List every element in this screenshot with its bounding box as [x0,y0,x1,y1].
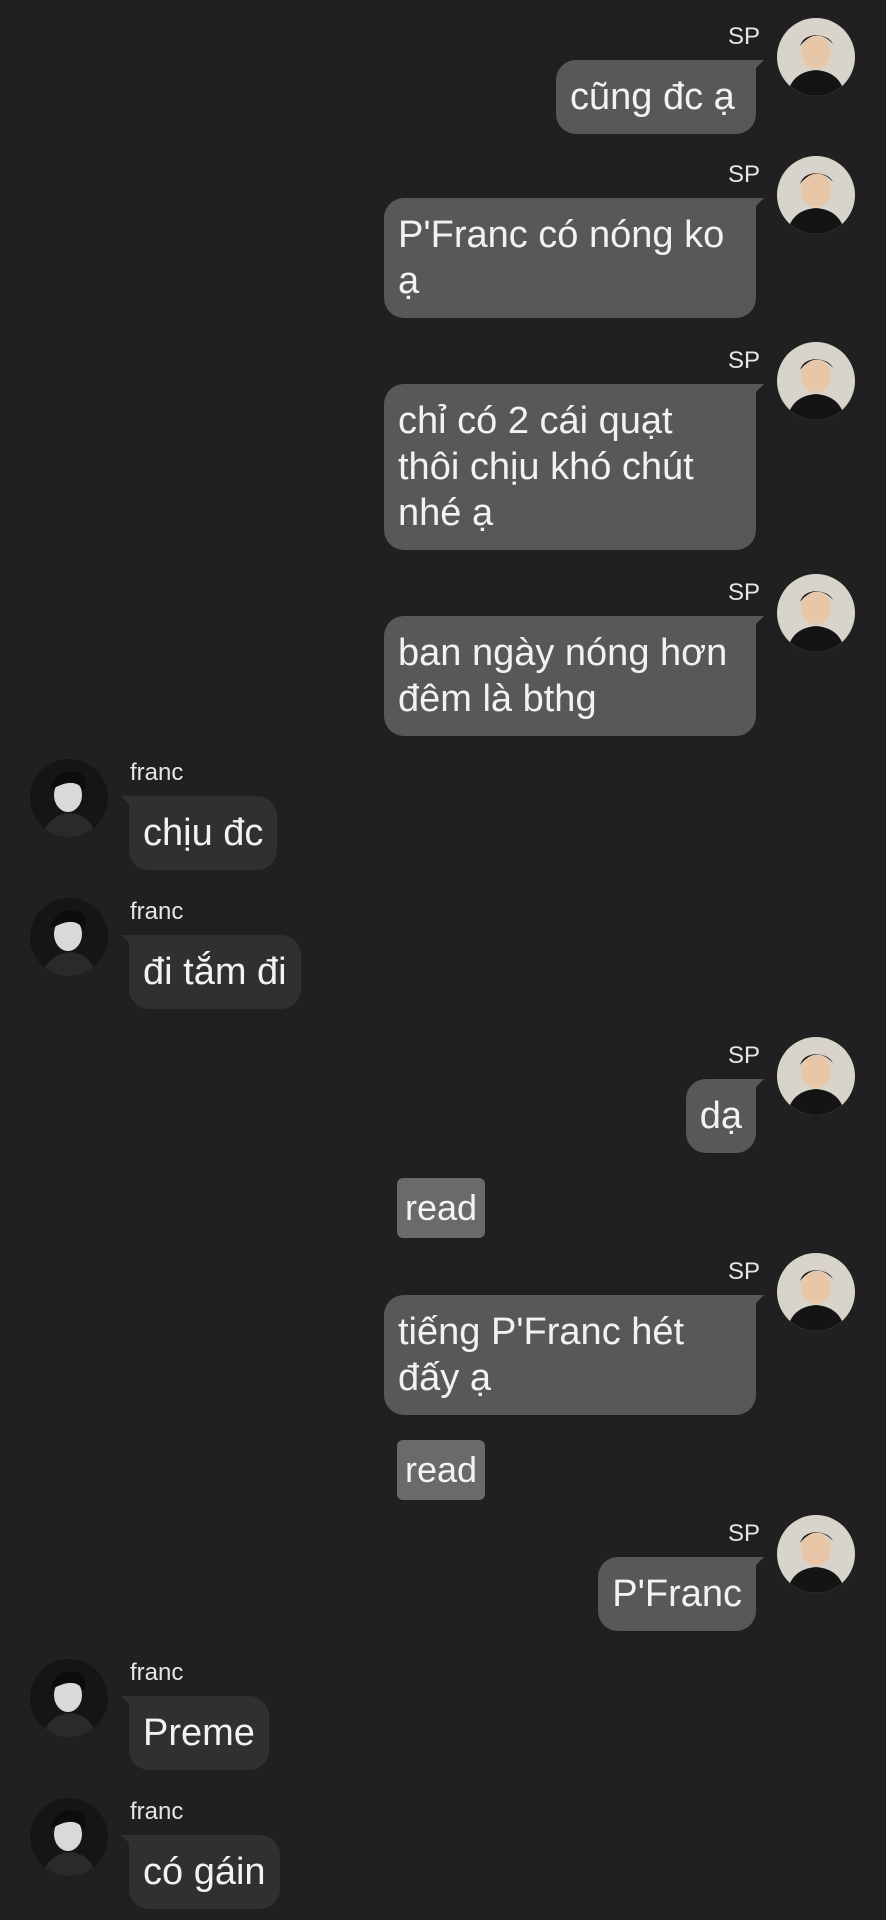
chat-thread[interactable]: SP cũng đc ạ SP P'Franc có nóng ko ạ SP … [0,0,886,1920]
read-receipt: read [397,1178,486,1238]
avatar-sp[interactable] [777,574,855,652]
message-bubble[interactable]: Preme [129,1696,269,1770]
avatar-franc[interactable] [30,1659,108,1737]
message-bubble[interactable]: ban ngày nóng hơn đêm là bthg [384,616,756,736]
message-bubble[interactable]: chỉ có 2 cái quạt thôi chịu khó chút nhé… [384,384,756,550]
avatar-sp[interactable] [777,18,855,96]
sender-name: SP [727,1258,760,1285]
message-bubble[interactable]: P'Franc có nóng ko ạ [384,198,756,318]
message-bubble[interactable]: có gáin [129,1835,280,1909]
read-receipt: read [397,1440,486,1500]
sender-name: franc [130,759,184,786]
sender-name: SP [727,1042,760,1069]
sender-name: franc [130,1798,184,1825]
sender-name: SP [727,1520,760,1547]
message-bubble[interactable]: chịu đc [129,796,278,870]
avatar-sp[interactable] [777,1515,855,1593]
message-bubble[interactable]: P'Franc [598,1557,756,1631]
sender-name: SP [727,161,760,188]
avatar-sp[interactable] [777,342,855,420]
sender-name: SP [727,23,760,50]
avatar-franc[interactable] [30,1798,108,1876]
avatar-sp[interactable] [777,1253,855,1331]
sender-name: franc [130,898,184,925]
avatar-sp[interactable] [777,1037,855,1115]
message-bubble[interactable]: dạ [685,1079,756,1153]
sender-name: SP [727,347,760,374]
message-bubble[interactable]: tiếng P'Franc hét đấy ạ [384,1295,756,1415]
avatar-franc[interactable] [30,759,108,837]
sender-name: franc [130,1659,184,1686]
message-bubble[interactable]: cũng đc ạ [556,60,756,134]
message-bubble[interactable]: đi tắm đi [129,935,301,1009]
avatar-franc[interactable] [30,898,108,976]
avatar-sp[interactable] [777,156,855,234]
sender-name: SP [727,579,760,606]
